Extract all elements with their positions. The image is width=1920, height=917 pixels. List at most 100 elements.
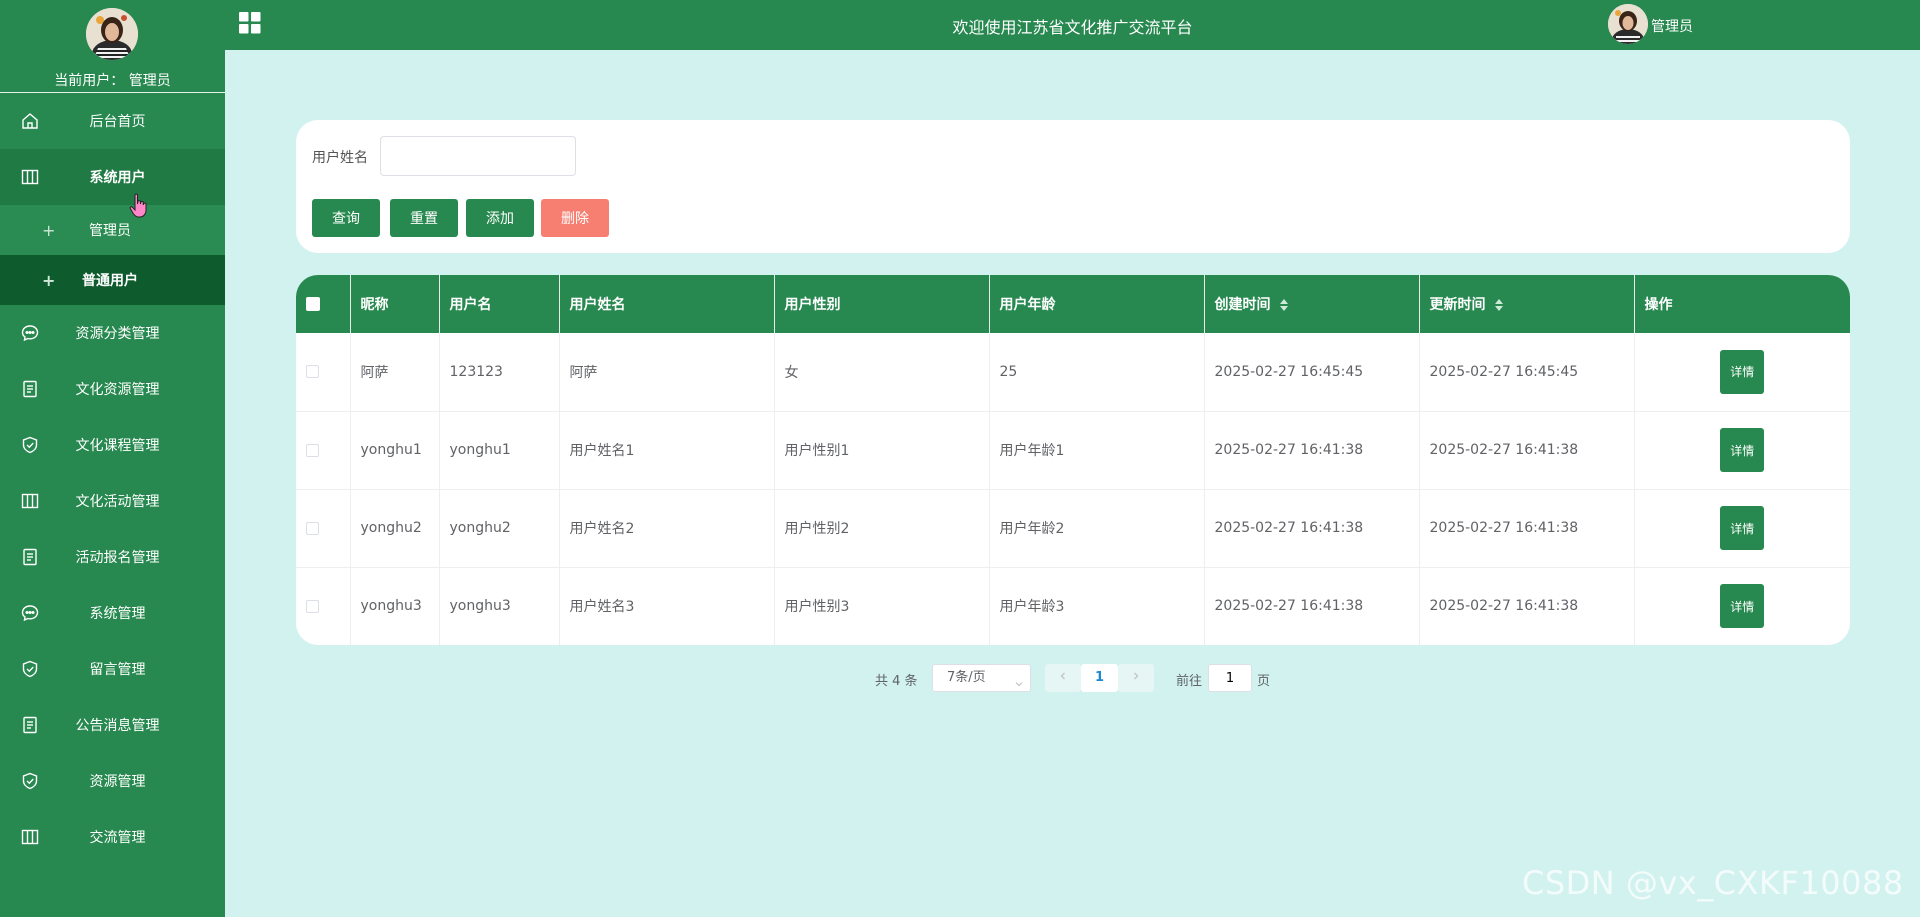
sidebar-item-label: 活动报名管理 [75,550,160,566]
sidebar-item-activity-signup[interactable]: 活动报名管理 [0,529,225,585]
sidebar-item-system-users[interactable]: 系统用户 [0,149,225,205]
column-header: 用户姓名 [559,275,775,333]
name-cell: 用户姓名1 [559,411,775,489]
table-row: yonghu3 yonghu3 用户姓名3 用户性别3 用户年龄3 2025-0… [296,567,1850,645]
query-button[interactable]: 查询 [312,199,380,237]
column-header: 用户年龄 [989,275,1205,333]
pagination-total: 共 4 条 [875,674,918,689]
sidebar-item-message[interactable]: 留言管理 [0,641,225,697]
next-page-button[interactable] [1118,664,1154,692]
updated-time-cell: 2025-02-27 16:45:45 [1419,333,1635,411]
sort-icon[interactable] [1494,298,1504,312]
sidebar-item-label: 公告消息管理 [75,718,160,734]
name-search-input[interactable] [380,136,576,176]
nickname-cell: yonghu2 [350,489,440,567]
sidebar-item-system-manage[interactable]: 系统管理 [0,585,225,641]
column-header: 昵称 [350,275,440,333]
header-username[interactable]: 管理员 [1651,16,1693,36]
gender-cell: 用户性别3 [774,567,990,645]
operation-cell: 详情 [1634,411,1850,489]
sidebar-item-label: 资源分类管理 [75,326,160,342]
sidebar-item-resource[interactable]: 资源管理 [0,753,225,809]
age-cell: 用户年龄2 [989,489,1205,567]
grid-menu-icon[interactable] [239,12,261,34]
goto-suffix: 页 [1257,674,1271,689]
chevron-down-icon [1014,673,1024,687]
updated-time-cell: 2025-02-27 16:41:38 [1419,411,1635,489]
sidebar-item-label: 资源管理 [89,774,146,790]
detail-button[interactable]: 详情 [1720,349,1765,394]
name-field-label: 用户姓名 [312,150,368,166]
select-all-cell[interactable] [296,275,351,333]
username-cell: yonghu3 [439,567,560,645]
row-checkbox[interactable] [306,365,319,379]
sidebar-item-label: 文化资源管理 [75,382,160,398]
sidebar-item-exchange[interactable]: 交流管理 [0,809,225,865]
row-select-cell[interactable] [296,411,351,489]
sidebar-item-label: 后台首页 [89,114,146,130]
age-cell: 用户年龄3 [989,567,1205,645]
sidebar-subitem-label: 普通用户 [82,273,138,289]
updated-time-cell: 2025-02-27 16:41:38 [1419,567,1635,645]
updated-time-cell: 2025-02-27 16:41:38 [1419,489,1635,567]
sidebar-item-label: 系统管理 [89,606,146,622]
sidebar-item-culture-activity[interactable]: 文化活动管理 [0,473,225,529]
sidebar-item-culture-course[interactable]: 文化课程管理 [0,417,225,473]
current-user-label: 当前用户： 管理员 [54,73,171,89]
detail-button[interactable]: 详情 [1720,428,1765,472]
detail-button[interactable]: 详情 [1720,506,1765,550]
created-time-cell: 2025-02-27 16:45:45 [1204,333,1420,411]
goto-label: 前往 [1176,674,1203,689]
sidebar-menu: 后台首页 系统用户 + 管理员 + 普通用户 资源分类管理 文化资源管理 文化课… [0,93,225,865]
sidebar-item-label: 文化活动管理 [75,494,160,510]
name-cell: 用户姓名2 [559,489,775,567]
detail-button[interactable]: 详情 [1720,584,1765,629]
row-checkbox[interactable] [306,521,319,535]
age-cell: 用户年龄1 [989,411,1205,489]
nickname-cell: 阿萨 [350,333,440,411]
sidebar-item-label: 系统用户 [89,170,146,186]
column-header-sortable[interactable]: 创建时间 [1204,275,1420,333]
username-cell: yonghu1 [439,411,560,489]
operation-cell: 详情 [1634,567,1850,645]
row-checkbox[interactable] [306,599,319,613]
operation-cell: 详情 [1634,489,1850,567]
watermark: CSDN @vx_CXKF10088 [1522,864,1904,902]
user-table: 昵称 用户名 用户姓名 用户性别 用户年龄 创建时间 更新时间 操作 阿萨 12… [296,275,1850,645]
page-number-current[interactable]: 1 [1081,664,1118,692]
avatar[interactable] [1608,4,1648,44]
add-button[interactable]: 添加 [466,199,534,237]
sidebar-item-notice[interactable]: 公告消息管理 [0,697,225,753]
nickname-cell: yonghu1 [350,411,440,489]
table-row: yonghu2 yonghu2 用户姓名2 用户性别2 用户年龄2 2025-0… [296,489,1850,567]
row-select-cell[interactable] [296,489,351,567]
column-header-label: 更新时间 [1429,297,1486,313]
top-bar: 欢迎使用江苏省文化推广交流平台 管理员 [225,0,1920,50]
sidebar-item-home[interactable]: 后台首页 [0,93,225,149]
row-select-cell[interactable] [296,567,351,645]
created-time-cell: 2025-02-27 16:41:38 [1204,489,1420,567]
goto-page-input[interactable] [1208,664,1252,692]
table-row: 阿萨 123123 阿萨 女 25 2025-02-27 16:45:45 20… [296,333,1850,411]
sidebar-subitem-admin[interactable]: + 管理员 [0,205,225,255]
sort-icon[interactable] [1279,298,1289,312]
search-panel: 用户姓名 查询 重置 添加 删除 [296,120,1850,253]
sidebar-item-resource-category[interactable]: 资源分类管理 [0,305,225,361]
sidebar-subitem-normal-user[interactable]: + 普通用户 [0,255,225,305]
column-header-sortable[interactable]: 更新时间 [1419,275,1635,333]
username-cell: yonghu2 [439,489,560,567]
column-header: 操作 [1644,297,1673,313]
sidebar-item-culture-resource[interactable]: 文化资源管理 [0,361,225,417]
delete-button[interactable]: 删除 [541,199,609,237]
row-select-cell[interactable] [296,333,351,411]
age-cell: 25 [989,333,1205,411]
page-size-select[interactable]: 7条/页 [932,664,1031,692]
created-time-cell: 2025-02-27 16:41:38 [1204,567,1420,645]
prev-page-button[interactable] [1045,664,1081,692]
select-all-checkbox[interactable] [306,297,320,311]
reset-button[interactable]: 重置 [390,199,458,237]
row-checkbox[interactable] [306,443,319,457]
avatar [86,8,138,60]
name-cell: 用户姓名3 [559,567,775,645]
sidebar: 当前用户： 管理员 后台首页 系统用户 + 管理员 + 普通用户 资源分类管理 … [0,0,225,917]
